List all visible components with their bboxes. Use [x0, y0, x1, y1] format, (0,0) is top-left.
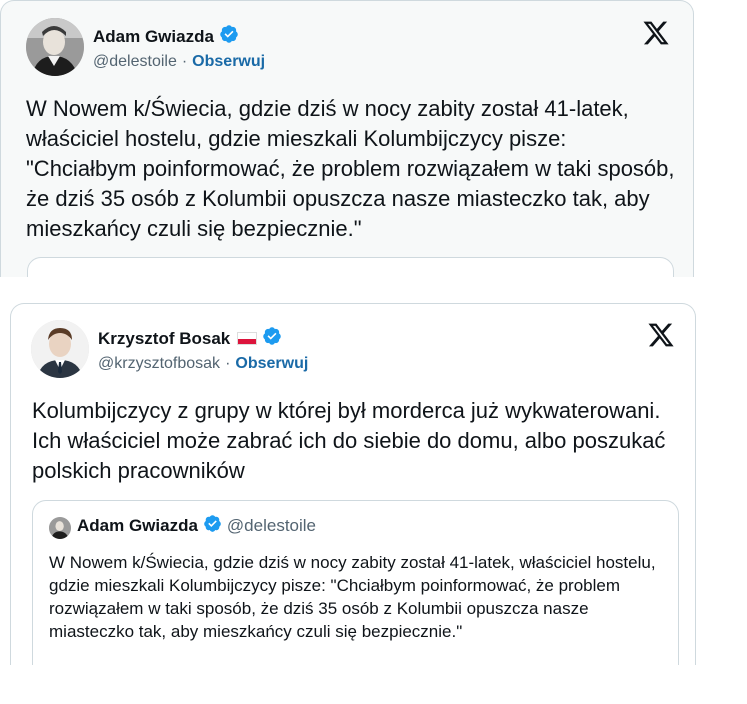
tweet-card-adam-gwiazda[interactable]: Adam Gwiazda @delestoile · Obserwuj W No… — [0, 0, 694, 277]
x-logo-icon[interactable] — [647, 321, 677, 351]
quoted-header: Adam Gwiazda @delestoile — [77, 514, 316, 538]
media-card-stub[interactable] — [27, 257, 674, 277]
quoted-tweet[interactable]: Adam Gwiazda @delestoile W Nowem k/Świec… — [32, 500, 679, 665]
tweet-text: Kolumbijczycy z grupy w której był morde… — [32, 398, 666, 483]
verified-badge-icon — [219, 24, 239, 49]
author-name[interactable]: Adam Gwiazda — [93, 27, 214, 47]
verified-badge-icon — [203, 514, 222, 538]
separator: · — [225, 355, 231, 372]
quoted-avatar — [49, 517, 71, 539]
x-logo-icon[interactable] — [642, 19, 672, 49]
author-handle[interactable]: @delestoile — [93, 53, 177, 71]
author-name-row: Adam Gwiazda — [93, 24, 239, 49]
author-name-row: Krzysztof Bosak — [98, 326, 282, 351]
author-name[interactable]: Krzysztof Bosak — [98, 329, 230, 349]
avatar[interactable] — [31, 320, 89, 378]
avatar[interactable] — [26, 18, 84, 76]
separator: · — [181, 53, 188, 70]
author-handle[interactable]: @krzysztofbosak — [98, 355, 220, 373]
quoted-author-handle: @delestoile — [226, 516, 317, 535]
poland-flag-icon — [237, 332, 258, 345]
verified-badge-icon — [262, 326, 282, 351]
follow-button[interactable]: Obserwuj — [235, 355, 308, 373]
follow-button[interactable]: Obserwuj — [192, 53, 265, 71]
quoted-author-name: Adam Gwiazda — [77, 516, 198, 535]
quoted-tweet-text: W Nowem k/Świecia, gdzie dziś w nocy zab… — [49, 553, 656, 641]
tweet-card-krzysztof-bosak[interactable]: Krzysztof Bosak @krzysztofbosak · Obserw… — [10, 303, 696, 665]
tweet-text: W Nowem k/Świecia, gdzie dziś w nocy zab… — [26, 96, 675, 241]
handle-row: @delestoile · Obserwuj — [93, 53, 265, 71]
handle-row: @krzysztofbosak · Obserwuj — [98, 355, 308, 373]
